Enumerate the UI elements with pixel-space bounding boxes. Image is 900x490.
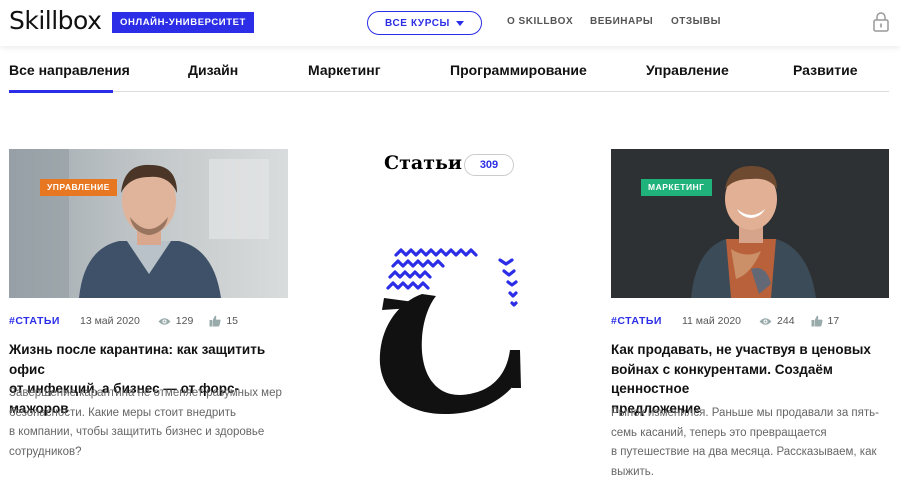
reviews-link[interactable]: ОТЗЫВЫ xyxy=(671,16,721,27)
excerpt-line: безопасности. Какие меры стоит внедрить xyxy=(9,406,236,419)
article-excerpt: Завершение карантина не отменяет разумны… xyxy=(9,384,284,462)
article-date: 13 май 2020 xyxy=(79,315,140,327)
article-date: 11 май 2020 xyxy=(681,315,742,327)
letter-c-illustration xyxy=(379,248,521,414)
excerpt-line: семь касаний, теперь это превращается xyxy=(611,426,827,439)
nav-divider xyxy=(9,91,889,92)
excerpt-line: выжить. xyxy=(611,465,654,478)
hashtag-link[interactable]: #СТАТЬИ xyxy=(611,315,662,327)
excerpt-line: сотрудников? xyxy=(9,445,82,458)
category-tag[interactable]: МАРКЕТИНГ xyxy=(641,179,712,196)
article-title-line: Жизнь после карантина: как защитить офис xyxy=(9,342,266,377)
article-image[interactable]: УПРАВЛЕНИЕ xyxy=(9,149,288,298)
article-meta: #СТАТЬИ 13 май 2020 129 15 xyxy=(9,314,254,328)
article-title-line: Как продавать, не участвуя в ценовых xyxy=(611,342,871,357)
lock-icon[interactable] xyxy=(873,12,889,32)
all-courses-label: ВСЕ КУРСЫ xyxy=(385,17,450,29)
article-photo xyxy=(611,149,889,298)
article-meta: #СТАТЬИ 11 май 2020 244 17 xyxy=(611,314,855,328)
excerpt-line: Завершение карантина не отменяет разумны… xyxy=(9,387,282,399)
tab-design[interactable]: Дизайн xyxy=(188,62,238,78)
webinars-link[interactable]: ВЕБИНАРЫ xyxy=(590,16,653,27)
likes-stat[interactable]: 15 xyxy=(209,315,238,327)
article-photo xyxy=(9,149,288,298)
likes-count: 15 xyxy=(226,315,238,327)
views-stat: 244 xyxy=(759,315,795,327)
eye-icon xyxy=(158,317,171,325)
about-link[interactable]: О SKILLBOX xyxy=(507,16,573,27)
tab-marketing[interactable]: Маркетинг xyxy=(308,62,381,78)
excerpt-line: в компании, чтобы защитить бизнес и здор… xyxy=(9,426,265,438)
active-tab-indicator xyxy=(9,90,113,93)
views-stat: 129 xyxy=(158,315,194,327)
article-image[interactable]: МАРКЕТИНГ xyxy=(611,149,889,298)
tab-programming[interactable]: Программирование xyxy=(450,62,587,78)
site-header: Skillbox ОНЛАЙН-УНИВЕРСИТЕТ ВСЕ КУРСЫ О … xyxy=(0,0,900,46)
hashtag-link[interactable]: #СТАТЬИ xyxy=(9,315,60,327)
logo[interactable]: Skillbox xyxy=(9,6,102,35)
excerpt-line: Рынок изменился. Раньше мы продавали за … xyxy=(611,407,879,419)
tab-all[interactable]: Все направления xyxy=(9,62,130,78)
likes-stat[interactable]: 17 xyxy=(811,315,840,327)
category-tag[interactable]: УПРАВЛЕНИЕ xyxy=(40,179,117,196)
chevron-down-icon xyxy=(455,20,464,26)
thumbs-up-icon xyxy=(811,315,823,327)
tab-management[interactable]: Управление xyxy=(646,62,729,78)
views-count: 129 xyxy=(175,315,194,327)
university-badge[interactable]: ОНЛАЙН-УНИВЕРСИТЕТ xyxy=(112,12,254,33)
tab-development[interactable]: Развитие xyxy=(793,62,858,78)
thumbs-up-icon xyxy=(209,315,221,327)
likes-count: 17 xyxy=(827,315,840,327)
article-excerpt: Рынок изменился. Раньше мы продавали за … xyxy=(611,404,886,482)
excerpt-line: в путешествие на два месяца. Рассказывае… xyxy=(611,446,877,458)
articles-count-badge: 309 xyxy=(464,154,514,176)
article-title-line: войнах с конкурентами. Создаём ценностно… xyxy=(611,361,833,397)
all-courses-button[interactable]: ВСЕ КУРСЫ xyxy=(367,11,482,35)
eye-icon xyxy=(759,317,772,325)
views-count: 244 xyxy=(777,315,795,327)
articles-heading: Статьи xyxy=(384,152,462,174)
